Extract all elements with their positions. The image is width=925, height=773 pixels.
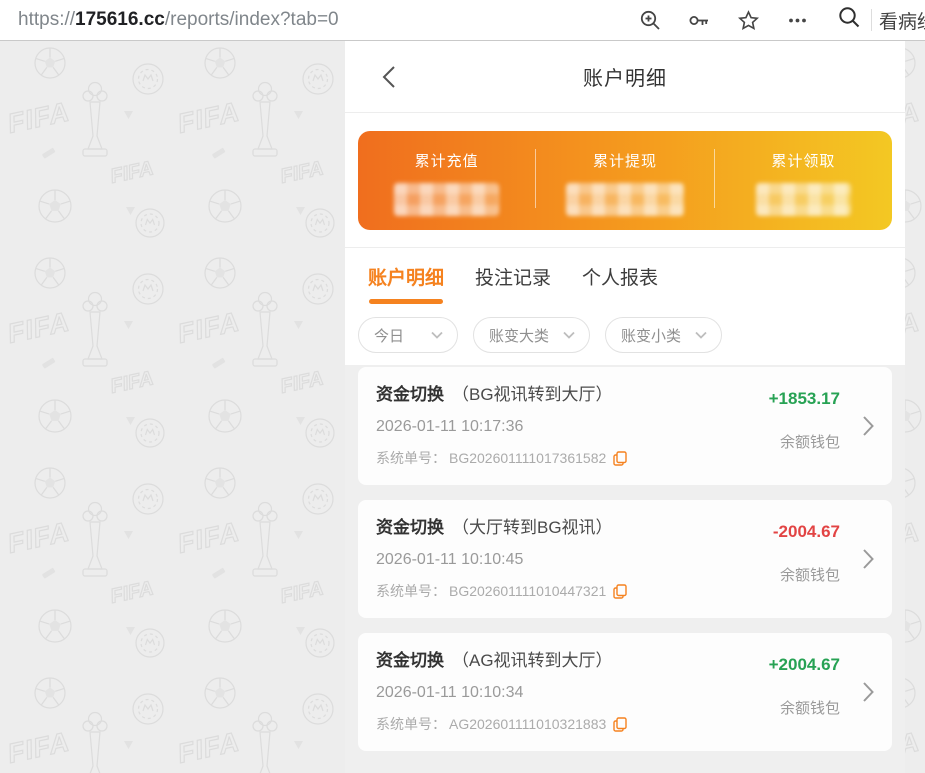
tab-label: 个人报表: [582, 263, 658, 290]
filter-label: 账变小类: [621, 325, 681, 346]
transaction-amount: +1853.17: [769, 389, 840, 409]
order-number-label: 系统单号：: [376, 714, 446, 734]
transaction-row[interactable]: 资金切换（BG视讯转到大厅） 2026-01-11 10:17:36 系统单号：…: [358, 367, 892, 485]
summary-label: 累计提现: [593, 150, 657, 171]
filter-label: 账变大类: [489, 325, 549, 346]
summary-total-withdrawal: 累计提现: [536, 131, 713, 230]
page-header: 账户明细: [345, 41, 905, 113]
summary-label: 累计领取: [771, 150, 835, 171]
active-tab-underline: [369, 299, 443, 304]
url-text[interactable]: https://175616.cc/reports/index?tab=0: [18, 9, 639, 31]
url-path: /reports/index?tab=0: [165, 9, 339, 30]
transaction-amount: +2004.67: [769, 655, 840, 675]
blurred-value: [756, 183, 851, 216]
transaction-row[interactable]: 资金切换（大厅转到BG视讯） 2026-01-11 10:10:45 系统单号：…: [358, 500, 892, 618]
tab-label: 账户明细: [368, 263, 444, 290]
wallet-type: 余额钱包: [780, 431, 840, 452]
transaction-type: 资金切换: [376, 385, 444, 404]
transaction-amount: -2004.67: [773, 522, 840, 542]
back-icon: [382, 66, 396, 88]
summary-label: 累计充值: [415, 150, 479, 171]
chevron-right-icon[interactable]: [863, 416, 874, 436]
filter-major-category-dropdown[interactable]: 账变大类: [473, 317, 590, 353]
transaction-subtitle: （AG视讯转到大厅）: [452, 651, 613, 670]
copy-icon[interactable]: [613, 717, 627, 732]
search-query-text[interactable]: 看病经: [879, 7, 925, 34]
blurred-value: [566, 183, 684, 216]
filter-label: 今日: [374, 325, 404, 346]
wallet-type: 余额钱包: [780, 697, 840, 718]
blurred-value: [394, 183, 499, 216]
tabs-bar: 账户明细 投注记录 个人报表: [345, 248, 905, 306]
transaction-list: 资金切换（BG视讯转到大厅） 2026-01-11 10:17:36 系统单号：…: [345, 365, 905, 773]
transaction-subtitle: （BG视讯转到大厅）: [452, 385, 613, 404]
key-icon[interactable]: [688, 9, 711, 32]
transaction-subtitle: （大厅转到BG视讯）: [452, 518, 613, 537]
chevron-right-icon[interactable]: [863, 549, 874, 569]
browser-address-bar[interactable]: https://175616.cc/reports/index?tab=0: [0, 0, 925, 41]
chevron-right-icon[interactable]: [863, 682, 874, 702]
wallet-type: 余额钱包: [780, 564, 840, 585]
transaction-type: 资金切换: [376, 518, 444, 537]
order-number-value: AG202601111010321883: [449, 716, 606, 732]
summary-total-deposit: 累计充值: [358, 131, 535, 230]
filter-minor-category-dropdown[interactable]: 账变小类: [605, 317, 722, 353]
page-title: 账户明细: [583, 62, 667, 91]
tab-bet-records[interactable]: 投注记录: [475, 263, 551, 306]
transaction-type: 资金切换: [376, 651, 444, 670]
url-host: 175616.cc: [75, 9, 165, 30]
filter-date-dropdown[interactable]: 今日: [358, 317, 458, 353]
tab-label: 投注记录: [475, 263, 551, 290]
tab-account-details[interactable]: 账户明细: [368, 263, 444, 306]
order-number-value: BG202601111017361582: [449, 450, 606, 466]
order-number-label: 系统单号：: [376, 448, 446, 468]
chevron-down-icon: [563, 331, 575, 339]
summary-section: 累计充值 累计提现 累计领取: [345, 113, 905, 248]
copy-icon[interactable]: [613, 451, 627, 466]
copy-icon[interactable]: [613, 584, 627, 599]
chevron-down-icon: [431, 331, 443, 339]
order-number-value: BG202601111010447321: [449, 583, 606, 599]
chevron-down-icon: [695, 331, 707, 339]
star-icon[interactable]: [737, 9, 760, 32]
account-details-panel: 账户明细 累计充值 累计提现 累计领取 账户明细 投注记录: [345, 41, 905, 773]
toolbar-search-box[interactable]: 看病经: [837, 5, 925, 35]
search-divider: [871, 9, 872, 31]
summary-total-claimed: 累计领取: [715, 131, 892, 230]
tab-personal-report[interactable]: 个人报表: [582, 263, 658, 306]
url-scheme: https://: [18, 9, 75, 30]
transaction-row[interactable]: 资金切换（AG视讯转到大厅） 2026-01-11 10:10:34 系统单号：…: [358, 633, 892, 751]
filter-bar: 今日 账变大类 账变小类: [345, 306, 905, 365]
search-icon[interactable]: [837, 5, 862, 35]
order-number-label: 系统单号：: [376, 581, 446, 601]
more-icon[interactable]: [786, 9, 809, 32]
zoom-in-icon[interactable]: [639, 9, 662, 32]
back-button[interactable]: [369, 41, 409, 112]
summary-card: 累计充值 累计提现 累计领取: [358, 131, 892, 230]
